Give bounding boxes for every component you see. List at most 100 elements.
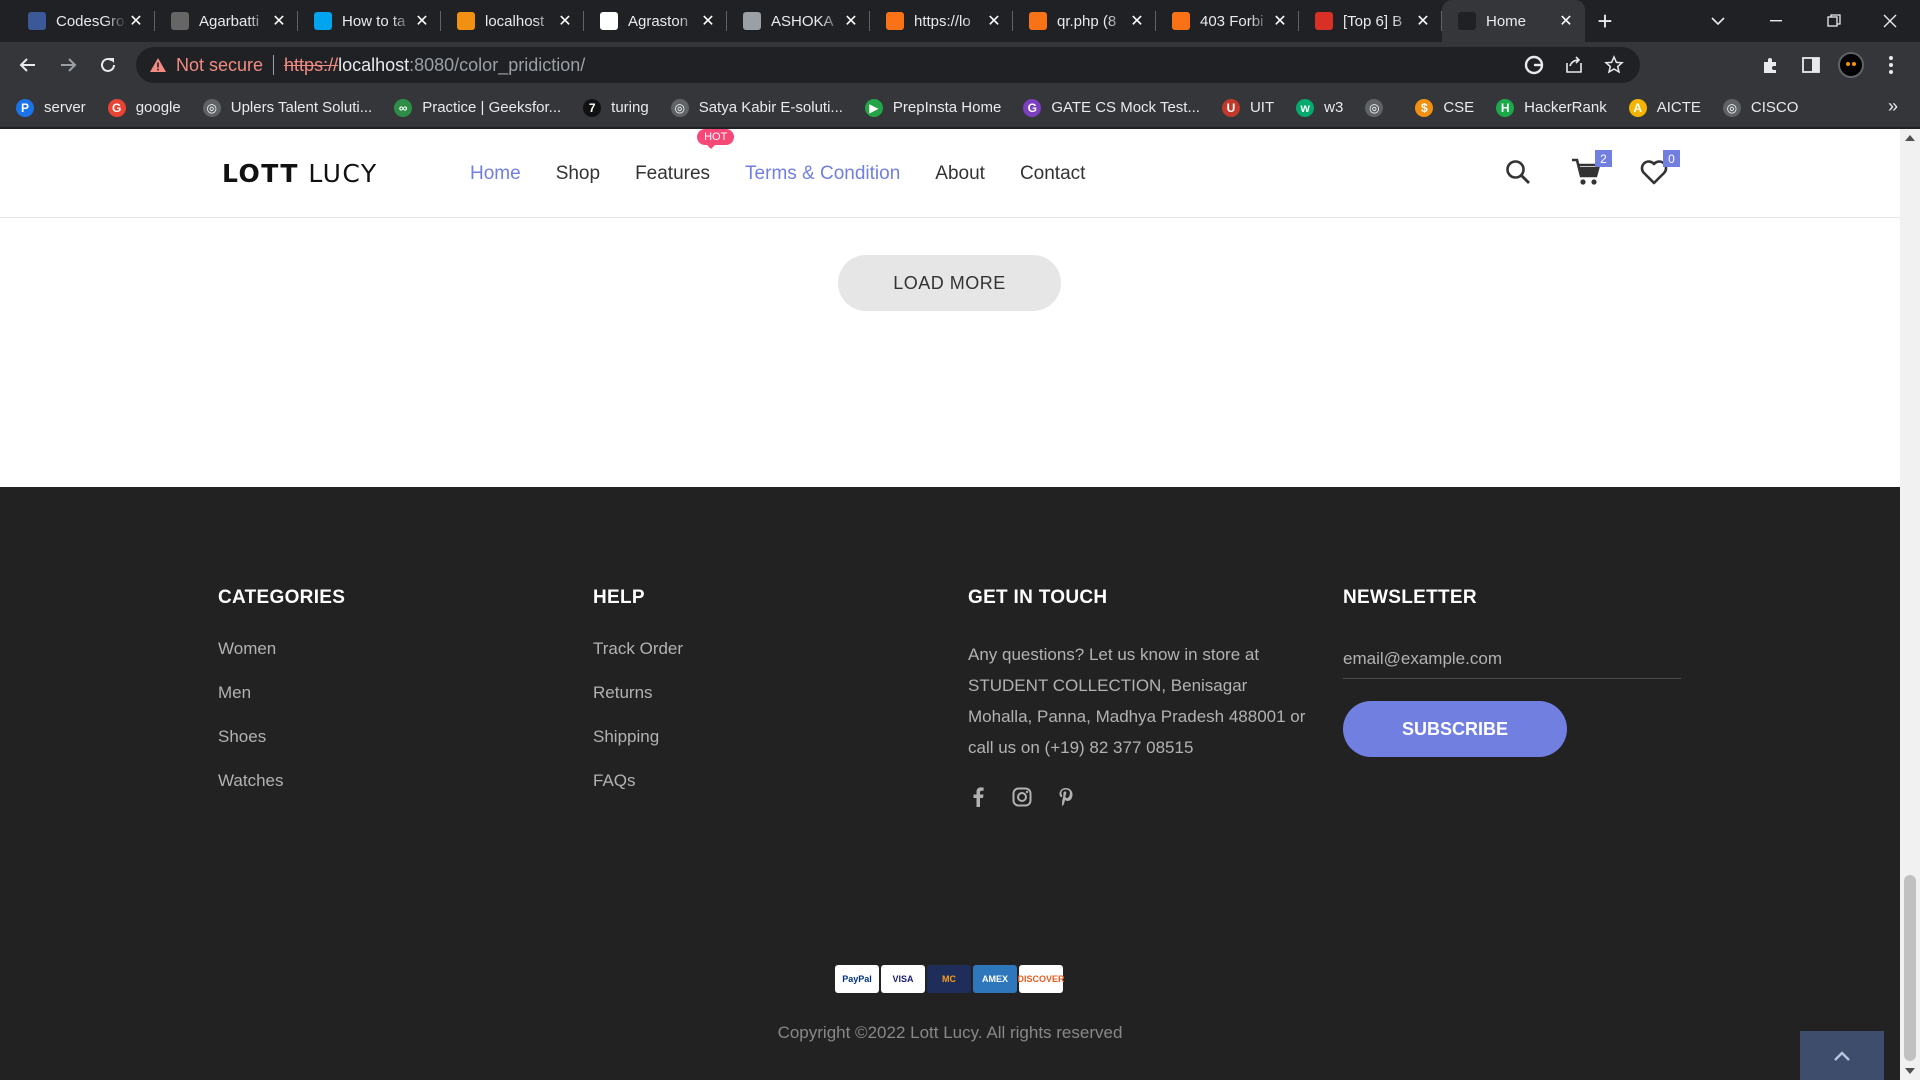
browser-tab[interactable]: Agarbatti ✕ <box>155 0 298 42</box>
scrollbar-thumb[interactable] <box>1904 875 1916 1061</box>
browser-tab[interactable]: localhost ✕ <box>441 0 584 42</box>
bookmark-item[interactable]: ∞ Practice | Geeksfor... <box>394 98 561 117</box>
bookmark-item[interactable]: Ggoogle <box>107 98 181 117</box>
nav-about[interactable]: About <box>935 163 985 185</box>
browser-tab[interactable]: Agraston ✕ <box>584 0 727 42</box>
back-button[interactable] <box>8 45 48 85</box>
nav-home[interactable]: Home <box>470 163 521 185</box>
browser-tab[interactable]: https://lo ✕ <box>870 0 1013 42</box>
bookmark-item[interactable]: 7 turing <box>583 98 649 117</box>
profile-avatar[interactable] <box>1838 52 1864 78</box>
bookmark-item[interactable]: ◎ CISCO <box>1722 98 1798 117</box>
restore-button[interactable] <box>1806 0 1862 42</box>
minimize-button[interactable] <box>1748 0 1804 42</box>
close-window-button[interactable] <box>1862 0 1918 42</box>
tab-close-icon[interactable]: ✕ <box>556 12 574 30</box>
bookmark-item[interactable]: ▶ PrepInsta Home <box>864 98 1001 117</box>
wishlist-button[interactable]: 0 <box>1636 150 1680 190</box>
bookmark-item[interactable]: Pserver <box>16 98 86 117</box>
pinterest-icon[interactable] <box>1056 787 1076 807</box>
tab-title: Agarbatti <box>199 12 260 30</box>
forward-button[interactable] <box>48 45 88 85</box>
browser-tab[interactable]: [Top 6] B ✕ <box>1299 0 1442 42</box>
footer-link-shipping[interactable]: Shipping <box>593 727 683 771</box>
bookmark-item[interactable]: ◎ <box>1365 98 1393 117</box>
footer-help: HELP Track Order Returns Shipping FAQs <box>593 587 683 815</box>
tab-close-icon[interactable]: ✕ <box>842 12 860 30</box>
plus-icon: + <box>1597 5 1613 36</box>
footer-link-faqs[interactable]: FAQs <box>593 771 683 815</box>
bookmark-item[interactable]: G GATE CS Mock Test... <box>1023 98 1200 117</box>
scroll-down-arrow[interactable] <box>1905 1068 1915 1074</box>
bookmark-favicon-icon: ◎ <box>670 98 689 117</box>
tab-close-icon[interactable]: ✕ <box>1271 12 1289 30</box>
kebab-menu-icon[interactable] <box>1878 52 1904 78</box>
tab-close-icon[interactable]: ✕ <box>985 12 1003 30</box>
extensions-icon[interactable] <box>1758 52 1784 78</box>
address-bar[interactable]: Not secure https:// localhost :8080/colo… <box>136 47 1640 83</box>
site-logo[interactable]: LOTT LUCY <box>222 159 378 188</box>
cart-button[interactable]: 2 <box>1568 150 1612 190</box>
footer-link-women[interactable]: Women <box>218 639 345 683</box>
browser-tab[interactable]: How to ta ✕ <box>298 0 441 42</box>
browser-tab[interactable]: Home ✕ <box>1442 0 1585 42</box>
subscribe-button[interactable]: SUBSCRIBE <box>1343 701 1567 757</box>
back-to-top-button[interactable] <box>1800 1031 1884 1080</box>
omnibox-actions <box>1522 47 1640 83</box>
bookmark-item[interactable]: H HackerRank <box>1496 98 1607 117</box>
new-tab-button[interactable]: + <box>1585 0 1625 42</box>
nav-terms[interactable]: Terms & Condition <box>745 163 900 185</box>
browser-tab[interactable]: ASHOKA ✕ <box>727 0 870 42</box>
tab-close-icon[interactable]: ✕ <box>1414 12 1432 30</box>
footer-link-shoes[interactable]: Shoes <box>218 727 345 771</box>
tab-close-icon[interactable]: ✕ <box>699 12 717 30</box>
bookmark-item[interactable]: ◎ Uplers Talent Soluti... <box>202 98 372 117</box>
url-scheme: https:// <box>284 54 339 75</box>
reload-button[interactable] <box>88 45 128 85</box>
reload-icon <box>101 57 115 72</box>
footer-link-returns[interactable]: Returns <box>593 683 683 727</box>
bookmark-item[interactable]: ◎ Satya Kabir E-soluti... <box>670 98 843 117</box>
tab-close-icon[interactable]: ✕ <box>270 12 288 30</box>
tab-close-icon[interactable]: ✕ <box>413 12 431 30</box>
page-scrollbar[interactable] <box>1900 129 1920 1080</box>
bookmark-favicon-icon: 7 <box>583 98 602 117</box>
payment-card-icon: VISA <box>881 965 925 993</box>
browser-tab[interactable]: qr.php (8 ✕ <box>1013 0 1156 42</box>
footer-link-track-order[interactable]: Track Order <box>593 639 683 683</box>
browser-tab[interactable]: CodesGro ✕ <box>12 0 155 42</box>
tab-favicon-icon <box>1029 12 1047 30</box>
load-more-button[interactable]: LOAD MORE <box>838 255 1061 311</box>
nav-shop[interactable]: Shop <box>556 163 600 185</box>
search-button[interactable] <box>1500 154 1536 190</box>
bookmark-item[interactable]: w w3 <box>1296 98 1343 117</box>
bookmark-star-icon[interactable] <box>1602 53 1626 77</box>
instagram-icon[interactable] <box>1012 787 1032 807</box>
footer-link-men[interactable]: Men <box>218 683 345 727</box>
facebook-icon[interactable] <box>968 787 988 807</box>
nav-contact[interactable]: Contact <box>1020 163 1085 185</box>
google-lens-icon[interactable] <box>1522 53 1546 77</box>
bookmark-item[interactable]: U UIT <box>1221 98 1274 117</box>
bookmark-favicon-icon: G <box>1023 98 1042 117</box>
bookmark-item[interactable]: $ CSE <box>1415 98 1474 117</box>
tab-close-icon[interactable]: ✕ <box>127 12 145 30</box>
url-separator <box>273 55 275 75</box>
bookmark-favicon-icon: ∞ <box>394 98 413 117</box>
tab-search-button[interactable] <box>1690 0 1746 42</box>
more-bookmarks-button[interactable]: » <box>1888 96 1898 117</box>
scroll-up-arrow[interactable] <box>1905 135 1915 141</box>
bookmark-favicon-icon: ◎ <box>1365 98 1384 117</box>
browser-tab[interactable]: 403 Forbi ✕ <box>1156 0 1299 42</box>
footer-link-watches[interactable]: Watches <box>218 771 345 815</box>
newsletter-email-input[interactable] <box>1343 639 1681 679</box>
side-panel-icon[interactable] <box>1798 52 1824 78</box>
nav-features[interactable]: Features HOT <box>635 129 735 185</box>
share-icon[interactable] <box>1562 53 1586 77</box>
bookmark-item[interactable]: A AICTE <box>1628 98 1701 117</box>
nav-features-label: Features <box>635 162 711 184</box>
url-host: localhost <box>338 54 410 75</box>
tab-close-icon[interactable]: ✕ <box>1557 12 1575 30</box>
security-status[interactable]: Not secure <box>176 55 263 76</box>
tab-close-icon[interactable]: ✕ <box>1128 12 1146 30</box>
